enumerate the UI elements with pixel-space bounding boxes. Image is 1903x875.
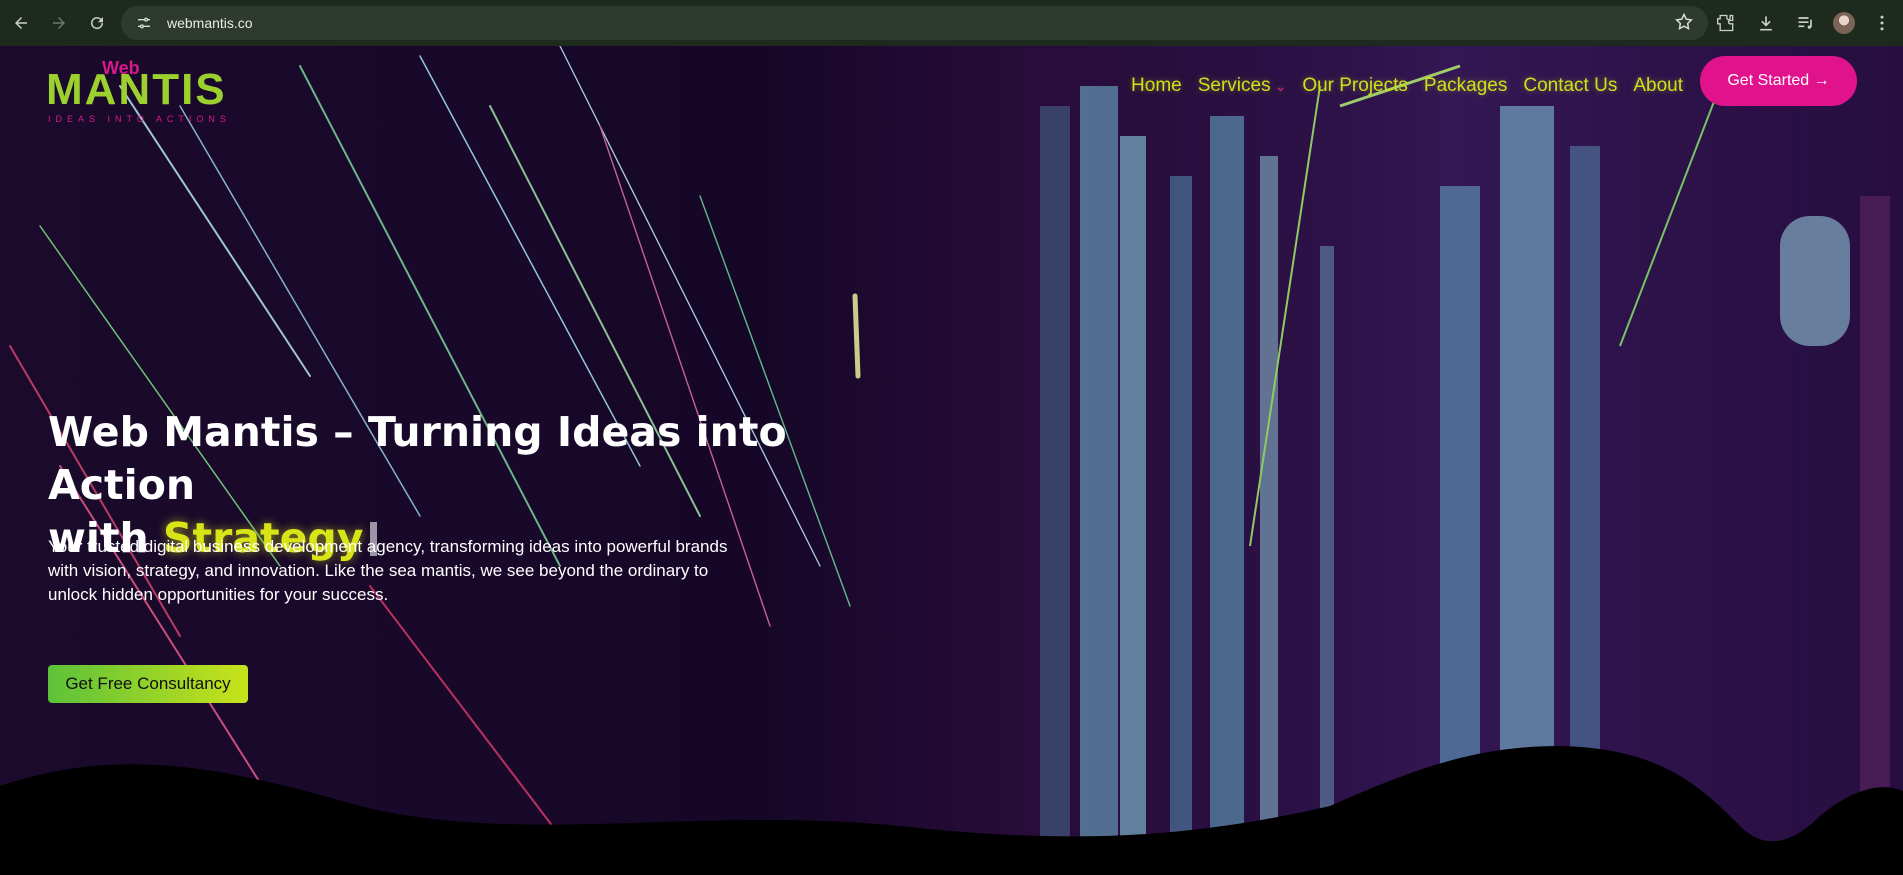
back-icon[interactable]	[4, 6, 38, 40]
browser-actions	[1713, 6, 1895, 40]
menu-kebab-icon[interactable]	[1869, 10, 1895, 36]
bookmark-star-icon[interactable]	[1674, 12, 1694, 36]
webpage: Web MANTIS IDEAS INTO ACTIONS Home Servi…	[0, 46, 1903, 875]
downloads-icon[interactable]	[1753, 10, 1779, 36]
address-bar[interactable]: webmantis.co	[121, 6, 1708, 40]
url-text[interactable]: webmantis.co	[167, 15, 253, 31]
bottom-wave-divider	[0, 746, 1903, 875]
reload-icon[interactable]	[80, 6, 114, 40]
profile-avatar[interactable]	[1833, 12, 1855, 34]
browser-toolbar: webmantis.co	[0, 0, 1903, 46]
media-control-icon[interactable]	[1793, 10, 1819, 36]
site-info-icon[interactable]	[133, 12, 155, 34]
extensions-icon[interactable]	[1713, 10, 1739, 36]
forward-icon[interactable]	[42, 6, 76, 40]
